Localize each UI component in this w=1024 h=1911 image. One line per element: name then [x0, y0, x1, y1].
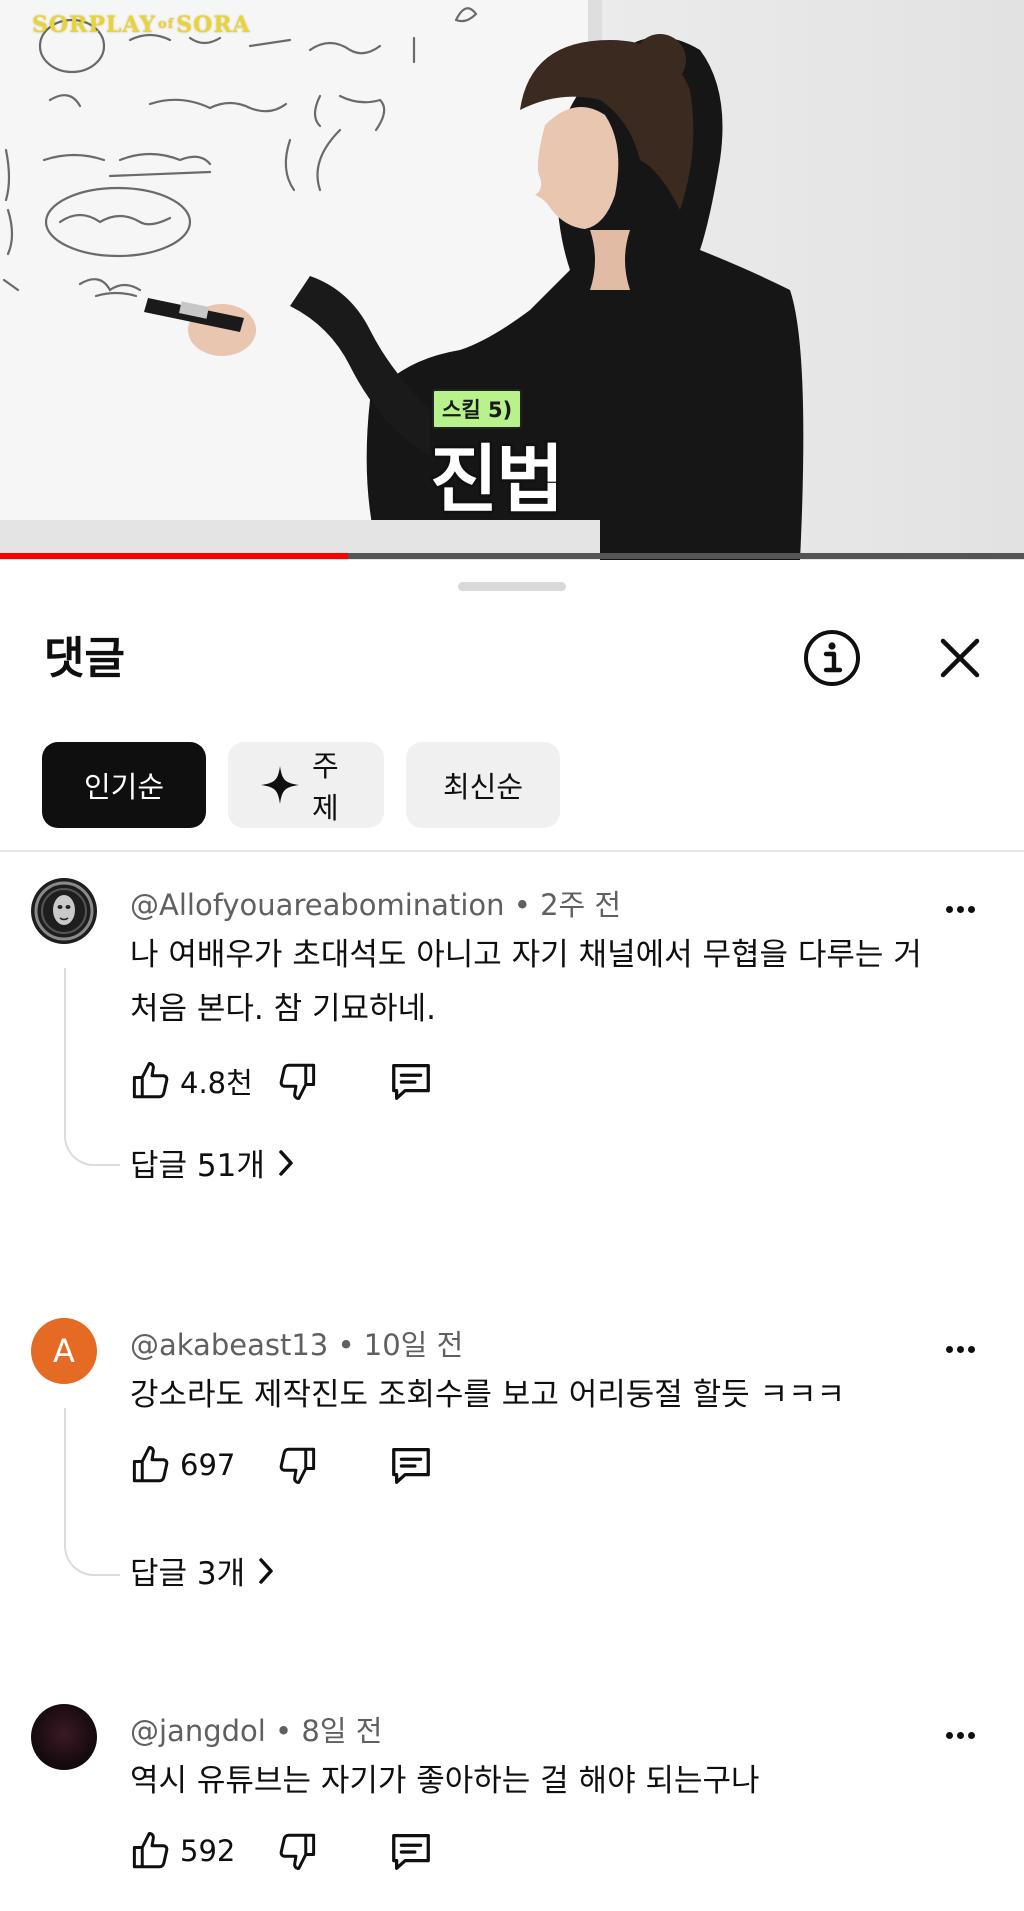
logo-of-text: of [158, 17, 175, 32]
like-count: 4.8천 [180, 1066, 253, 1100]
comment-item: @Allofyouareabomination • 2주 전 나 여배우가 초대… [0, 878, 1024, 1308]
thumb-up-icon [132, 1446, 169, 1483]
thumb-up-icon [132, 1832, 169, 1869]
comment-author[interactable]: @akabeast13 [130, 1328, 328, 1362]
chip-topics[interactable]: 주제 [228, 742, 384, 828]
logo-tail-text: SORA [176, 12, 251, 38]
view-replies-button[interactable]: 답글 51개 [130, 1140, 297, 1185]
thumb-down-icon [279, 1833, 316, 1870]
chip-popular[interactable]: 인기순 [42, 742, 206, 828]
more-options-button[interactable] [940, 1720, 980, 1750]
comment-item: A @akabeast13 • 10일 전 강소라도 제작진도 조회수를 보고 … [0, 1318, 1024, 1678]
chevron-right-icon [259, 1557, 273, 1584]
more-dot [967, 905, 975, 913]
reply-comment-icon [392, 1834, 430, 1870]
avatar-image [31, 1704, 97, 1770]
more-dot [945, 1345, 953, 1353]
thumb-down-icon [279, 1447, 316, 1484]
close-icon [940, 638, 980, 678]
dislike-button[interactable] [276, 1060, 318, 1102]
caption-main: 진법 [430, 437, 564, 523]
more-dot [967, 1345, 975, 1353]
avatar[interactable] [31, 1704, 97, 1770]
info-button[interactable] [800, 626, 864, 690]
like-count: 697 [180, 1448, 236, 1482]
video-progress-bar[interactable] [0, 553, 1024, 559]
more-dot [956, 1731, 964, 1739]
more-dot [956, 905, 964, 913]
avatar-image [31, 878, 97, 944]
comment-item: @jangdol • 8일 전 역시 유튜브는 자기가 좋아하는 걸 해야 되는… [0, 1704, 1024, 1904]
meta-separator: • [513, 888, 541, 922]
divider [0, 850, 1024, 852]
sparkle-icon [260, 765, 300, 805]
thumb-up-icon [132, 1062, 169, 1099]
thread-line [64, 1408, 120, 1576]
comments-sheet: 댓글 인기순 주제 최신순 @Allofyouareabomination • … [0, 560, 1024, 1911]
reply-button[interactable] [388, 1828, 434, 1874]
video-player[interactable]: SORPLAY ofSORA 스킬 5) 진법 [0, 0, 1024, 560]
replies-count: 답글 51개 [130, 1148, 265, 1184]
drag-handle[interactable] [458, 582, 566, 591]
chevron-right-icon [279, 1149, 293, 1176]
more-dot [956, 1345, 964, 1353]
info-icon [804, 630, 860, 686]
comment-meta: @jangdol • 8일 전 [130, 1708, 382, 1750]
meta-separator: • [275, 1714, 302, 1748]
meta-separator: • [337, 1328, 364, 1362]
screen: SORPLAY ofSORA 스킬 5) 진법 댓글 인기순 주제 최신순 @A… [0, 0, 1024, 1911]
chip-newest[interactable]: 최신순 [406, 742, 560, 828]
thread-line [64, 968, 120, 1166]
dislike-button[interactable] [276, 1830, 318, 1872]
like-button[interactable] [130, 1830, 172, 1872]
reply-comment-icon [392, 1064, 430, 1100]
video-progress-fill [0, 553, 349, 559]
thumb-down-icon [279, 1063, 316, 1100]
chip-newest-label: 최신순 [442, 770, 524, 804]
comment-time: 10일 전 [363, 1328, 464, 1362]
reply-comment-icon [392, 1448, 430, 1484]
sheet-title: 댓글 [44, 633, 125, 684]
chip-topics-label: 주제 [312, 749, 339, 825]
sort-chips: 인기순 주제 최신순 [42, 742, 560, 828]
comment-meta: @akabeast13 • 10일 전 [130, 1322, 463, 1364]
logo-main-text: SORPLAY [32, 12, 157, 38]
avatar[interactable] [31, 878, 97, 944]
like-count: 592 [180, 1834, 236, 1868]
reply-button[interactable] [388, 1058, 434, 1104]
more-dot [945, 905, 953, 913]
like-button[interactable] [130, 1060, 172, 1102]
comment-actions: 697 [130, 1440, 434, 1490]
channel-logo: SORPLAY ofSORA [32, 12, 251, 38]
more-options-button[interactable] [940, 1334, 980, 1364]
reply-button[interactable] [388, 1442, 434, 1488]
more-dot [967, 1731, 975, 1739]
comment-author[interactable]: @Allofyouareabomination [130, 888, 505, 922]
dislike-button[interactable] [276, 1444, 318, 1486]
avatar[interactable]: A [31, 1318, 97, 1384]
comment-meta: @Allofyouareabomination • 2주 전 [130, 882, 621, 924]
comment-text: 강소라도 제작진도 조회수를 보고 어리둥절 할듯 ㅋㅋㅋ [130, 1377, 846, 1413]
chip-popular-label: 인기순 [83, 770, 165, 804]
replies-count: 답글 3개 [130, 1556, 246, 1592]
comment-author[interactable]: @jangdol [130, 1714, 266, 1748]
view-replies-button[interactable]: 답글 3개 [130, 1548, 277, 1593]
more-dot [945, 1731, 953, 1739]
more-options-button[interactable] [940, 894, 980, 924]
comment-actions: 592 [130, 1826, 434, 1876]
comment-text: 역시 유튜브는 자기가 좋아하는 걸 해야 되는구나 [130, 1763, 760, 1799]
like-button[interactable] [130, 1444, 172, 1486]
comment-time: 2주 전 [540, 888, 622, 922]
comment-actions: 4.8천 [130, 1056, 434, 1106]
comment-text: 나 여배우가 초대석도 아니고 자기 채널에서 무협을 다루는 거 처음 본다.… [130, 937, 922, 1027]
comment-time: 8일 전 [301, 1714, 383, 1748]
close-button[interactable] [928, 626, 992, 690]
